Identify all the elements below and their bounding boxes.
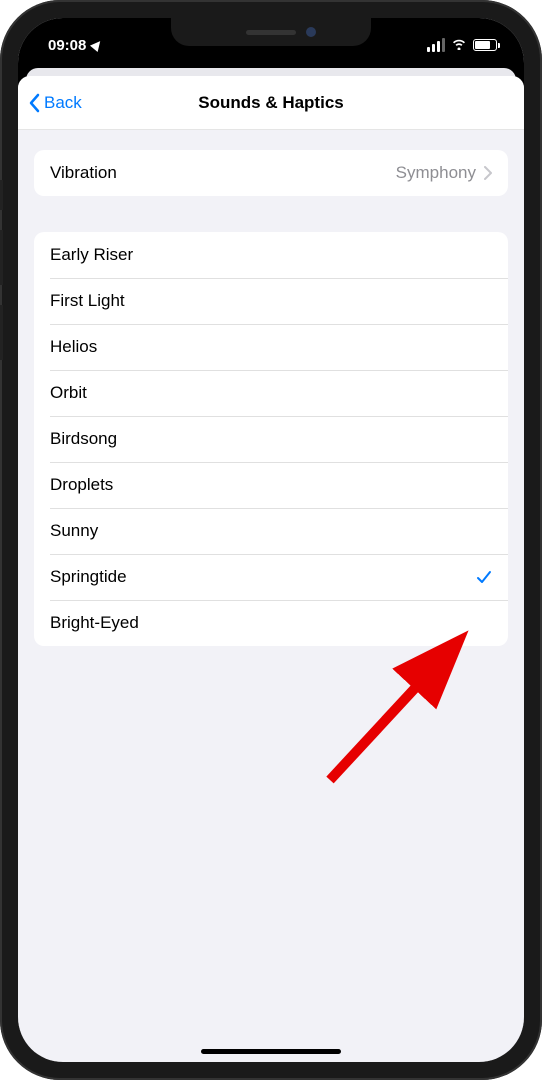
sound-row[interactable]: Sunny — [34, 508, 508, 554]
location-icon — [90, 38, 104, 52]
volume-down — [0, 305, 3, 360]
page-title: Sounds & Haptics — [198, 93, 343, 113]
sound-row[interactable]: Springtide — [34, 554, 508, 600]
side-buttons — [0, 180, 3, 380]
chevron-left-icon — [28, 93, 40, 113]
sheet: Back Sounds & Haptics Vibration Symphony — [18, 76, 524, 1062]
clock: 09:08 — [48, 37, 86, 54]
row-label: Vibration — [50, 163, 117, 183]
navigation-bar: Back Sounds & Haptics — [18, 76, 524, 130]
mute-switch — [0, 180, 3, 210]
row-label: Droplets — [50, 475, 113, 495]
sound-row[interactable]: Birdsong — [34, 416, 508, 462]
row-label: Bright-Eyed — [50, 613, 139, 633]
vibration-row[interactable]: Vibration Symphony — [34, 150, 508, 196]
sounds-group: Early Riser First Light Helios Orbit Birdson… — [34, 232, 508, 646]
row-value: Symphony — [396, 163, 476, 183]
row-label: Springtide — [50, 567, 127, 587]
row-label: Helios — [50, 337, 97, 357]
sound-row[interactable]: Helios — [34, 324, 508, 370]
status-left: 09:08 — [48, 37, 102, 54]
row-label: First Light — [50, 291, 125, 311]
speaker — [246, 30, 296, 35]
vibration-group: Vibration Symphony — [34, 150, 508, 196]
volume-up — [0, 230, 3, 285]
row-label: Sunny — [50, 521, 98, 541]
row-right: Symphony — [396, 163, 492, 183]
screen: 09:08 — [18, 18, 524, 1062]
chevron-right-icon — [484, 166, 492, 180]
sound-row[interactable]: First Light — [34, 278, 508, 324]
row-label: Birdsong — [50, 429, 117, 449]
back-label: Back — [44, 93, 82, 113]
sound-row[interactable]: Droplets — [34, 462, 508, 508]
row-label: Early Riser — [50, 245, 133, 265]
row-label: Orbit — [50, 383, 87, 403]
sound-row[interactable]: Bright-Eyed — [34, 600, 508, 646]
back-button[interactable]: Back — [28, 93, 82, 113]
phone-frame: 09:08 — [0, 0, 542, 1080]
wifi-icon — [451, 37, 467, 54]
sound-row[interactable]: Orbit — [34, 370, 508, 416]
front-camera — [306, 27, 316, 37]
home-indicator[interactable] — [201, 1049, 341, 1054]
checkmark-icon — [476, 569, 492, 585]
notch — [171, 18, 371, 46]
row-right — [476, 569, 492, 585]
status-right — [427, 37, 500, 54]
scroll-content[interactable]: Vibration Symphony Early Riser First Ligh… — [18, 130, 524, 666]
cellular-signal-icon — [427, 38, 445, 52]
content-area: Back Sounds & Haptics Vibration Symphony — [18, 62, 524, 1062]
sound-row[interactable]: Early Riser — [34, 232, 508, 278]
battery-icon — [473, 39, 500, 51]
